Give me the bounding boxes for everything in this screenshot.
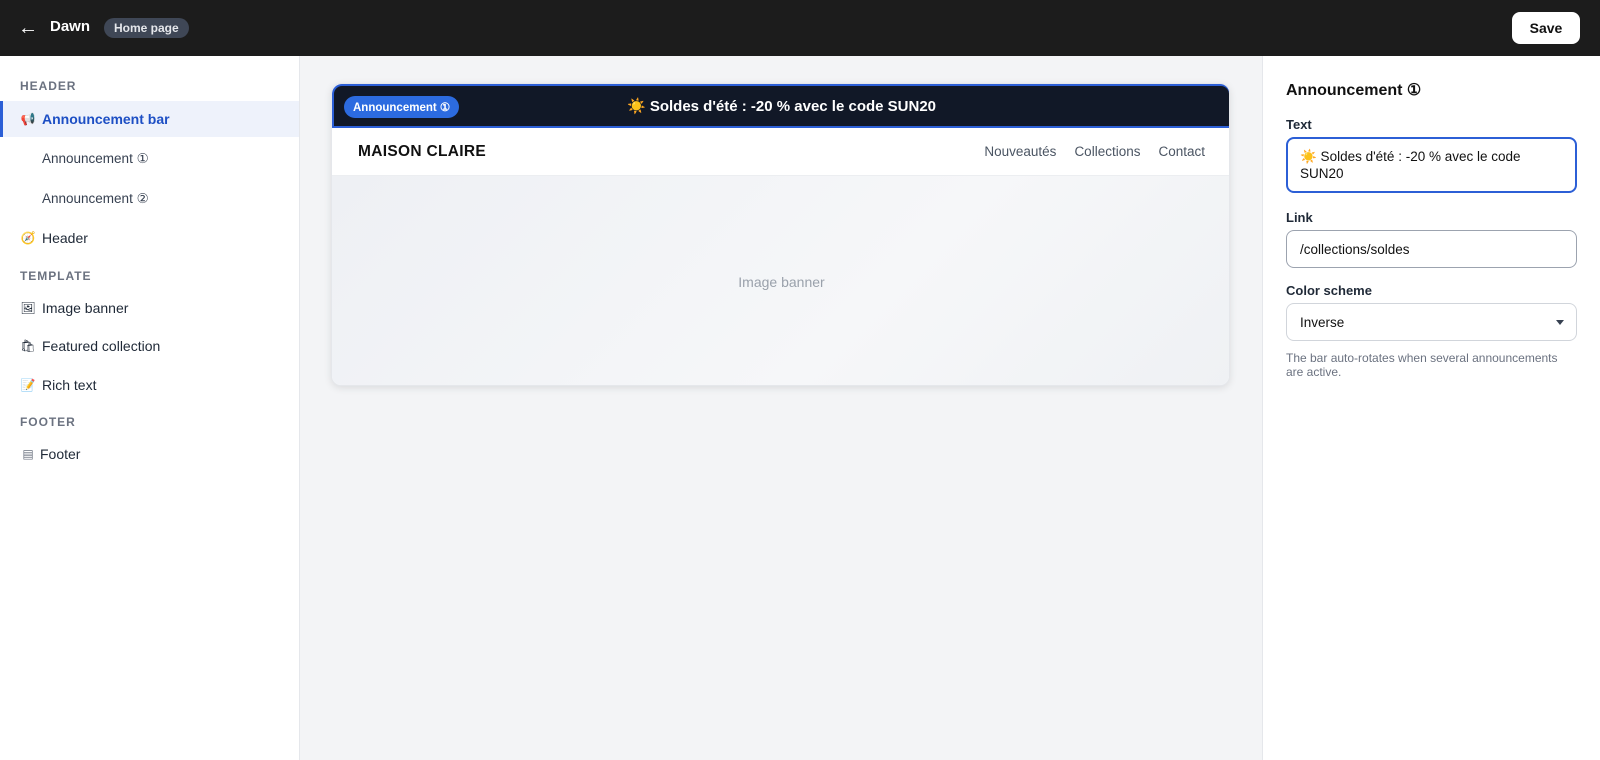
store-nav: Nouveautés Collections Contact	[984, 144, 1205, 159]
sidebar-item-featured-collection[interactable]: 🛍 Featured collection	[0, 328, 299, 364]
sidebar-item-image-banner[interactable]: 🖼 Image banner	[0, 290, 299, 326]
sidebar-item-label: Announcement ②	[42, 191, 149, 206]
color-scheme-label: Color scheme	[1286, 283, 1372, 298]
megaphone-icon: 📢	[20, 112, 36, 126]
block-settings-panel: Announcement ① Text ☀️ Soldes d'été : -2…	[1262, 56, 1600, 760]
text-field-label: Text	[1286, 117, 1312, 132]
section-label-footer: FOOTER	[20, 415, 76, 429]
memo-icon: 📝	[20, 378, 36, 392]
back-arrow-icon[interactable]: ←	[16, 14, 40, 42]
color-scheme-select[interactable]: Inverse	[1286, 303, 1577, 341]
sidebar-item-label: Rich text	[42, 377, 97, 393]
compass-icon: 🧭	[20, 231, 36, 245]
sidebar-item-announcement-2[interactable]: Announcement ②	[0, 181, 299, 217]
sidebar-item-announcement-1[interactable]: Announcement ①	[0, 141, 299, 177]
theme-name: Dawn	[50, 18, 91, 35]
link-field-label: Link	[1286, 210, 1313, 225]
announcement-text: ☀️ Soldes d'été : -20 % avec le code SUN…	[626, 98, 937, 115]
selected-block-chip: Announcement ①	[344, 96, 460, 118]
image-icon: 🖼	[20, 301, 36, 315]
section-label-header: HEADER	[20, 79, 77, 93]
nav-link-new[interactable]: Nouveautés	[984, 144, 1056, 159]
store-logo-text: MAISON CLAIRE	[358, 143, 487, 160]
sections-sidebar: HEADER 📢 Announcement bar Announcement ①…	[0, 56, 300, 760]
sidebar-item-label: Header	[42, 230, 88, 246]
sidebar-item-header[interactable]: 🧭 Header	[0, 220, 299, 256]
sidebar-item-label: Featured collection	[42, 338, 161, 354]
section-label-template: TEMPLATE	[20, 269, 92, 283]
save-button[interactable]: Save	[1512, 12, 1580, 44]
sidebar-item-announcement-bar[interactable]: 📢 Announcement bar	[0, 101, 299, 137]
footer-layout-icon: ▤	[22, 447, 34, 461]
color-scheme-value: Inverse	[1300, 314, 1345, 330]
sidebar-item-label: Announcement bar	[42, 111, 170, 127]
announcement-bar-preview[interactable]: ☀️ Soldes d'été : -20 % avec le code SUN…	[332, 84, 1229, 128]
nav-link-contact[interactable]: Contact	[1158, 144, 1205, 159]
image-banner-preview[interactable]: Image banner	[332, 176, 1229, 385]
chevron-down-icon	[1556, 320, 1564, 325]
announcement-text-input[interactable]: ☀️ Soldes d'été : -20 % avec le code SUN…	[1286, 137, 1577, 193]
link-input[interactable]	[1286, 230, 1577, 268]
shopping-bags-icon: 🛍	[20, 339, 36, 353]
sidebar-item-label: Announcement ①	[42, 151, 149, 166]
settings-title: Announcement ①	[1286, 82, 1422, 99]
image-banner-placeholder-label: Image banner	[738, 273, 825, 290]
nav-link-collections[interactable]: Collections	[1074, 144, 1140, 159]
store-preview-frame: ☀️ Soldes d'été : -20 % avec le code SUN…	[331, 83, 1230, 386]
sidebar-item-footer[interactable]: ▤ Footer	[0, 436, 299, 472]
sidebar-item-rich-text[interactable]: 📝 Rich text	[0, 367, 299, 403]
help-text: The bar auto-rotates when several announ…	[1286, 351, 1558, 379]
sidebar-item-label: Footer	[40, 446, 81, 462]
sidebar-item-label: Image banner	[42, 300, 129, 316]
store-header-preview[interactable]: MAISON CLAIRE Nouveautés Collections Con…	[332, 128, 1229, 176]
editor-topbar: ← Dawn Home page Save	[0, 0, 1600, 56]
page-selector[interactable]: Home page	[104, 18, 189, 38]
